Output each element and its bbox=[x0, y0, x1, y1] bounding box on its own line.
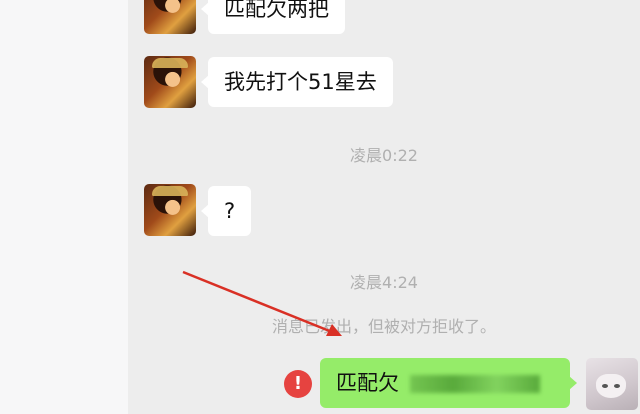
my-avatar[interactable] bbox=[586, 358, 638, 410]
chat-area[interactable]: 匹配欠两把 我先打个51星去 凌晨0:22 ? 凌晨4:24 消息已发出，但被对… bbox=[128, 0, 640, 414]
sent-message[interactable]: 匹配欠 bbox=[320, 358, 577, 408]
received-message[interactable]: 我先打个51星去 bbox=[201, 57, 393, 107]
received-message[interactable]: ? bbox=[200, 186, 252, 236]
timestamp: 凌晨0:22 bbox=[350, 146, 418, 165]
redacted-text bbox=[409, 375, 540, 393]
message-text: ? bbox=[224, 199, 236, 223]
timestamp: 凌晨4:24 bbox=[350, 273, 418, 292]
contact-avatar[interactable] bbox=[144, 0, 196, 34]
message-text: 匹配欠 bbox=[336, 371, 399, 395]
contact-avatar[interactable] bbox=[144, 184, 196, 236]
message-text: 我先打个51星去 bbox=[224, 70, 377, 94]
rejected-notice: 消息已发出，但被对方拒收了。 bbox=[271, 317, 496, 336]
left-panel bbox=[0, 0, 128, 414]
message-text: 匹配欠两把 bbox=[224, 0, 329, 21]
contact-avatar[interactable] bbox=[144, 56, 196, 108]
received-message[interactable]: 匹配欠两把 bbox=[201, 0, 345, 34]
send-failed-icon[interactable]: ! bbox=[284, 370, 312, 398]
